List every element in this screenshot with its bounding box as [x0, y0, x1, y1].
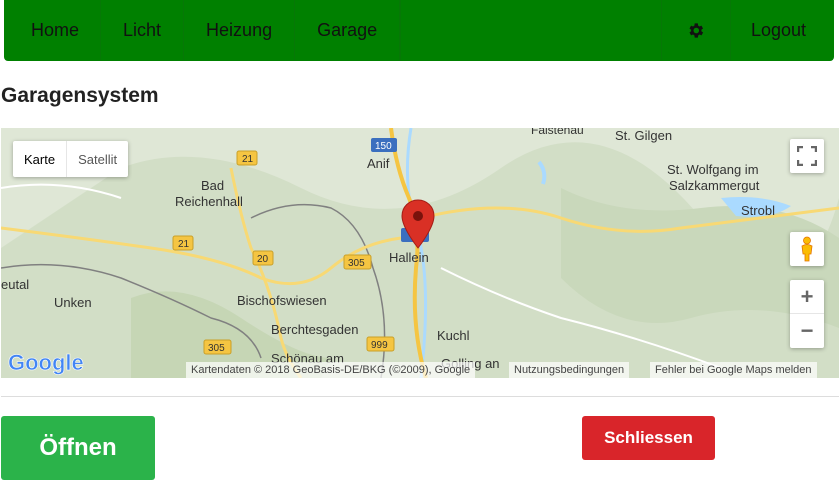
map-attribution: Kartendaten © 2018 GeoBasis-DE/BKG (©200… [186, 362, 476, 378]
place-kuchl: Kuchl [437, 328, 470, 343]
fullscreen-icon [797, 146, 817, 166]
gear-icon [689, 23, 704, 38]
zoom-control: + − [790, 280, 824, 348]
place-bischofswiesen: Bischofswiesen [237, 293, 327, 308]
nav-garage[interactable]: Garage [295, 0, 401, 61]
google-map[interactable]: Faistenau St. Gilgen Anif St. Wolfgang i… [1, 128, 839, 378]
place-anif: Anif [367, 156, 390, 171]
svg-text:305: 305 [348, 258, 365, 269]
nav-heizung[interactable]: Heizung [184, 0, 296, 61]
map-type-satellit[interactable]: Satellit [67, 141, 128, 177]
zoom-in-button[interactable]: + [790, 280, 824, 314]
place-unken: Unken [54, 295, 92, 310]
nav-spacer [400, 0, 661, 61]
street-view-button[interactable] [790, 232, 824, 266]
open-garage-button[interactable]: Öffnen [1, 416, 155, 480]
map-type-karte[interactable]: Karte [13, 141, 68, 177]
svg-text:Google: Google [8, 350, 84, 375]
svg-text:999: 999 [371, 340, 388, 351]
page-title: Garagensystem [1, 84, 159, 107]
svg-text:21: 21 [242, 154, 254, 165]
divider [1, 396, 839, 397]
road-shield-305a: 305 [343, 254, 372, 270]
close-garage-button[interactable]: Schliessen [582, 416, 715, 460]
settings-button[interactable] [660, 0, 731, 61]
google-logo: Google [8, 350, 84, 376]
road-shield-21b: 21 [172, 235, 194, 251]
place-st-gilgen: St. Gilgen [615, 128, 672, 143]
logout-link[interactable]: Logout [731, 0, 834, 61]
svg-text:20: 20 [257, 254, 269, 265]
map-type-control: Karte Satellit [13, 141, 129, 177]
road-shield-305b: 305 [203, 339, 232, 355]
place-strobl: Strobl [741, 203, 775, 218]
nav-home[interactable]: Home [4, 0, 102, 61]
place-salzkammergut: Salzkammergut [669, 178, 760, 193]
road-shield-150: 150 [371, 138, 397, 152]
svg-text:150: 150 [375, 141, 392, 152]
road-shield-999: 999 [366, 336, 395, 352]
pegman-icon [801, 236, 813, 262]
map-report-link[interactable]: Fehler bei Google Maps melden [650, 362, 817, 378]
svg-text:305: 305 [208, 343, 225, 354]
place-berchtesgaden: Berchtesgaden [271, 322, 358, 337]
svg-text:21: 21 [178, 239, 190, 250]
place-reichenhall: Reichenhall [175, 194, 243, 209]
place-bad: Bad [201, 178, 224, 193]
road-shield-21a: 21 [236, 150, 258, 166]
place-eutal: eutal [1, 277, 29, 292]
place-hallein: Hallein [389, 250, 429, 265]
map-terms-link[interactable]: Nutzungsbedingungen [509, 362, 630, 378]
nav-licht[interactable]: Licht [101, 0, 185, 61]
road-shield-20: 20 [252, 250, 274, 266]
top-navbar: Home Licht Heizung Garage Logout [4, 0, 834, 61]
place-st-wolfgang: St. Wolfgang im [667, 162, 759, 177]
place-faistenau: Faistenau [531, 128, 584, 137]
fullscreen-button[interactable] [790, 139, 824, 173]
zoom-out-button[interactable]: − [790, 314, 824, 348]
